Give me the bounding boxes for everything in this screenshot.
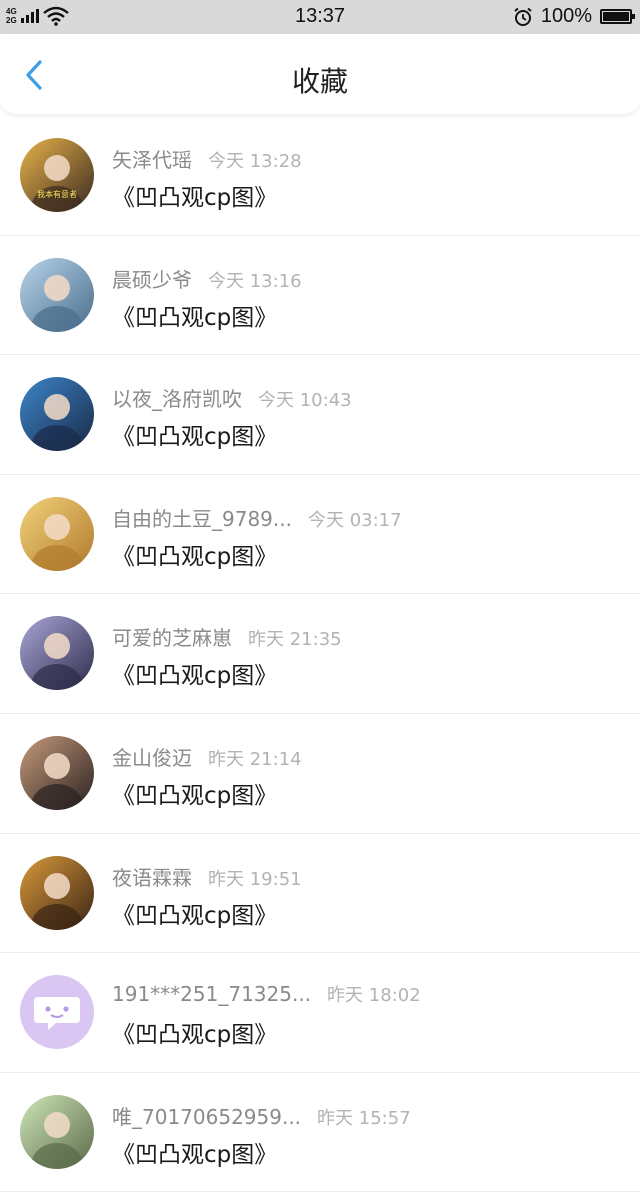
avatar-image <box>20 377 94 452</box>
avatar[interactable] <box>20 377 94 452</box>
timestamp: 今天 03:17 <box>307 509 402 531</box>
item-title[interactable]: 《凹凸观cp图》 <box>112 896 277 930</box>
item-meta: 可爱的芝麻崽 昨天 21:35 <box>112 622 342 651</box>
item-title[interactable]: 《凹凸观cp图》 <box>112 298 277 332</box>
avatar[interactable] <box>20 496 94 571</box>
battery-icon <box>600 9 635 24</box>
avatar[interactable] <box>20 735 94 810</box>
timestamp: 昨天 21:14 <box>208 748 302 770</box>
avatar[interactable] <box>20 616 94 691</box>
item-meta: 夜语霖霖 昨天 19:51 <box>112 862 302 891</box>
user-name[interactable]: 晨硕少爷 <box>112 264 192 293</box>
avatar-image <box>20 138 94 212</box>
item-meta: 晨硕少爷 今天 13:16 <box>112 264 302 293</box>
list-item-8[interactable]: 191***251_71325... 昨天 18:02 《凹凸观cp图》 <box>0 953 640 1073</box>
item-title[interactable]: 《凹凸观cp图》 <box>112 417 277 451</box>
item-meta: 矢泽代瑶 今天 13:28 <box>112 144 302 173</box>
list-item-1[interactable]: 我本有意者 矢泽代瑶 今天 13:28 《凹凸观cp图》 <box>0 116 640 236</box>
item-title[interactable]: 《凹凸观cp图》 <box>112 1015 277 1049</box>
list-item-4[interactable]: 自由的土豆_9789... 今天 03:17 《凹凸观cp图》 <box>0 475 640 595</box>
user-name[interactable]: 金山俊迈 <box>112 742 192 771</box>
favorites-list: 我本有意者 矢泽代瑶 今天 13:28 《凹凸观cp图》 晨硕少爷 今天 13:… <box>0 116 640 1192</box>
timestamp: 昨天 15:57 <box>317 1107 411 1129</box>
timestamp: 昨天 18:02 <box>327 985 421 1007</box>
item-title[interactable]: 《凹凸观cp图》 <box>112 656 277 690</box>
avatar[interactable]: 我本有意者 <box>20 138 94 212</box>
item-meta: 唯_70170652959... 昨天 15:57 <box>112 1101 411 1130</box>
avatar[interactable] <box>20 975 94 1050</box>
item-meta: 191***251_71325... 昨天 18:02 <box>112 981 421 1007</box>
list-item-7[interactable]: 夜语霖霖 昨天 19:51 《凹凸观cp图》 <box>0 834 640 954</box>
item-title[interactable]: 《凹凸观cp图》 <box>112 776 277 810</box>
avatar-image <box>20 1094 94 1169</box>
item-title[interactable]: 《凹凸观cp图》 <box>112 1135 277 1169</box>
user-name[interactable]: 自由的土豆_9789... <box>112 503 292 532</box>
avatar[interactable] <box>20 855 94 930</box>
item-title[interactable]: 《凹凸观cp图》 <box>112 537 277 571</box>
user-name[interactable]: 191***251_71325... <box>112 982 311 1006</box>
list-item-5[interactable]: 可爱的芝麻崽 昨天 21:35 《凹凸观cp图》 <box>0 594 640 714</box>
alarm-icon <box>514 7 532 26</box>
avatar-image <box>20 257 94 332</box>
battery-percentage: 100% <box>540 5 592 27</box>
user-name[interactable]: 唯_70170652959... <box>112 1101 301 1130</box>
user-name[interactable]: 以夜_洛府凯吹 <box>112 383 242 412</box>
item-title[interactable]: 《凹凸观cp图》 <box>112 178 277 212</box>
avatar-image <box>20 616 94 691</box>
list-item-6[interactable]: 金山俊迈 昨天 21:14 《凹凸观cp图》 <box>0 714 640 834</box>
item-meta: 金山俊迈 昨天 21:14 <box>112 742 302 771</box>
item-meta: 以夜_洛府凯吹 今天 10:43 <box>112 383 352 412</box>
list-item-9[interactable]: 唯_70170652959... 昨天 15:57 《凹凸观cp图》 <box>0 1073 640 1192</box>
timestamp: 今天 13:16 <box>208 270 302 292</box>
status-bar: 4G 2G 13:37 100% <box>0 0 640 34</box>
timestamp: 今天 13:28 <box>208 151 302 172</box>
avatar[interactable] <box>20 257 94 332</box>
avatar-image <box>20 496 94 571</box>
avatar-caption: 我本有意者 <box>37 190 77 199</box>
item-meta: 自由的土豆_9789... 今天 03:17 <box>112 503 402 532</box>
navigation-bar: 收藏 <box>0 34 640 114</box>
timestamp: 今天 10:43 <box>258 390 352 412</box>
timestamp: 昨天 21:35 <box>248 629 342 651</box>
user-name[interactable]: 矢泽代瑶 <box>112 144 192 173</box>
timestamp: 昨天 19:51 <box>208 868 302 890</box>
avatar-image <box>20 975 94 1050</box>
avatar-image <box>20 855 94 930</box>
user-name[interactable]: 可爱的芝麻崽 <box>112 622 232 651</box>
status-right: 100% <box>513 5 635 28</box>
list-item-2[interactable]: 晨硕少爷 今天 13:16 《凹凸观cp图》 <box>0 236 640 356</box>
list-item-3[interactable]: 以夜_洛府凯吹 今天 10:43 《凹凸观cp图》 <box>0 355 640 475</box>
page-title: 收藏 <box>291 65 348 98</box>
avatar-image <box>20 735 94 810</box>
user-name[interactable]: 夜语霖霖 <box>112 862 192 891</box>
avatar[interactable] <box>20 1094 94 1169</box>
